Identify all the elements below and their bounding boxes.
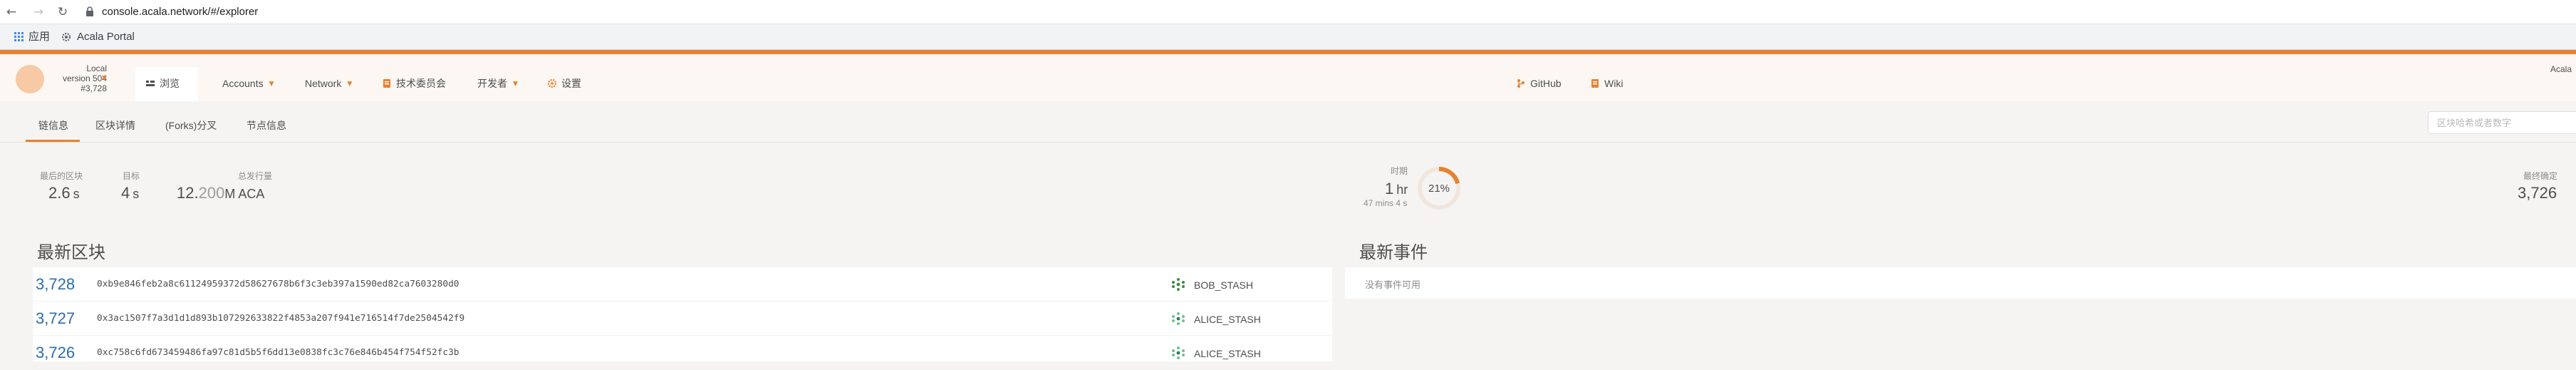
block-author: ALICE_STASH [1194,348,1261,359]
last-block-label: 最后的区块 [40,171,83,181]
block-hash: 0xc758c6fd673459486fa97c81d5b5f6dd13e083… [97,347,459,358]
table-row: 3,726 0xc758c6fd673459486fa97c81d5b5f6dd… [33,336,1332,370]
active-tab-indicator [26,140,80,142]
menu-settings[interactable]: 设置 [547,78,581,89]
era-progress-text: 21% [1428,183,1450,195]
total-issuance-label: 总发行量 [238,171,273,181]
explorer-icon [146,81,155,86]
block-author: BOB_STASH [1194,279,1253,291]
chevron-down-icon: ▼ [513,81,518,88]
arrow-left-icon[interactable]: ← [4,5,19,19]
recent-events-title: 最新事件 [1359,243,1428,262]
total-issuance-value: 12.200M ACA [177,184,265,202]
identicon-icon[interactable] [1171,277,1185,292]
apps-grid-icon [14,32,24,41]
browser-toolbar: ← → ↻ console.acala.network/#/explorer [0,0,2576,24]
block-search-input[interactable] [2429,112,2576,133]
chain-block: #3,728 [80,83,107,93]
menu-github[interactable]: GitHub [1516,78,1562,89]
table-row: 3,728 0xb9e846feb2a8c61124959372d5862767… [33,267,1332,302]
era-value: 1 hr [1385,180,1408,197]
reload-icon[interactable]: ↻ [56,5,70,19]
chain-name: Local [86,63,107,73]
menu-explorer[interactable]: 浏览 [145,78,180,89]
block-search[interactable] [2428,111,2576,134]
menu-network[interactable]: Network ▼ [305,78,352,90]
app-corner-label: Acala [2550,64,2572,74]
chain-logo[interactable] [16,65,44,93]
tab-node-info[interactable]: 节点信息 [246,120,286,131]
github-icon [1517,79,1525,88]
tab-forks[interactable]: (Forks)分叉 [165,120,217,131]
chain-selector[interactable]: Local version 504 #3,728 [47,63,107,93]
target-label: 目标 [123,171,140,181]
block-number[interactable]: 3,726 [36,344,75,361]
bookmarks-bar: 应用 Acala Portal [0,24,2576,50]
lock-icon [86,6,93,16]
wiki-icon [1591,79,1599,88]
menu-developer[interactable]: 开发者 ▼ [477,78,518,90]
bookmark-apps[interactable]: 应用 [28,31,50,43]
chevron-down-icon: ▼ [347,81,353,88]
tab-block-details[interactable]: 区块详情 [95,120,135,131]
block-hash: 0x3ac1507f7a3d1d1d893b107292633822f4853a… [97,313,465,324]
chevron-down-icon[interactable]: ▼ [102,75,107,82]
arrow-right-icon[interactable]: → [31,5,46,19]
menu-accounts[interactable]: Accounts ▼ [222,78,274,90]
last-block-value: 2.6 s [48,184,80,202]
tab-chain-info[interactable]: 链信息 [38,120,68,131]
block-number[interactable]: 3,728 [36,276,75,293]
era-label: 时期 [1391,166,1408,176]
app-header: Local version 504 #3,728 ▼ 浏览 Accounts ▼ … [0,54,2576,101]
chevron-down-icon: ▼ [269,81,274,88]
sub-tabs: 链信息 区块详情 (Forks)分叉 节点信息 [0,101,2576,143]
menu-wiki[interactable]: Wiki [1590,78,1623,89]
recent-blocks-table: 3,728 0xb9e846feb2a8c61124959372d5862767… [33,267,1332,370]
finalized-label: 最终确定 [2523,171,2558,181]
block-number[interactable]: 3,727 [36,310,75,327]
identicon-icon[interactable] [1171,312,1185,326]
chain-version: version 504 [62,73,107,83]
table-row: 3,727 0x3ac1507f7a3d1d1d893b107292633822… [33,302,1332,336]
council-icon [383,79,390,88]
gear-icon [61,32,71,42]
settings-icon [547,78,557,88]
bookmark-acala-portal[interactable]: Acala Portal [77,31,135,43]
era-remaining: 47 mins 4 s [1364,198,1408,208]
target-value: 4s [121,184,140,202]
recent-events-table: 没有事件可用 [1345,267,2576,299]
recent-blocks-title: 最新区块 [37,243,105,262]
finalized-value: 3,726 [2518,184,2557,202]
block-author: ALICE_STASH [1194,314,1261,325]
events-empty-message: 没有事件可用 [1365,279,1421,290]
identicon-icon[interactable] [1171,346,1185,360]
address-bar[interactable]: console.acala.network/#/explorer [102,6,258,19]
block-hash: 0xb9e846feb2a8c61124959372d58627678b6f3c… [97,279,459,289]
menu-council[interactable]: 技术委员会 [382,78,446,89]
